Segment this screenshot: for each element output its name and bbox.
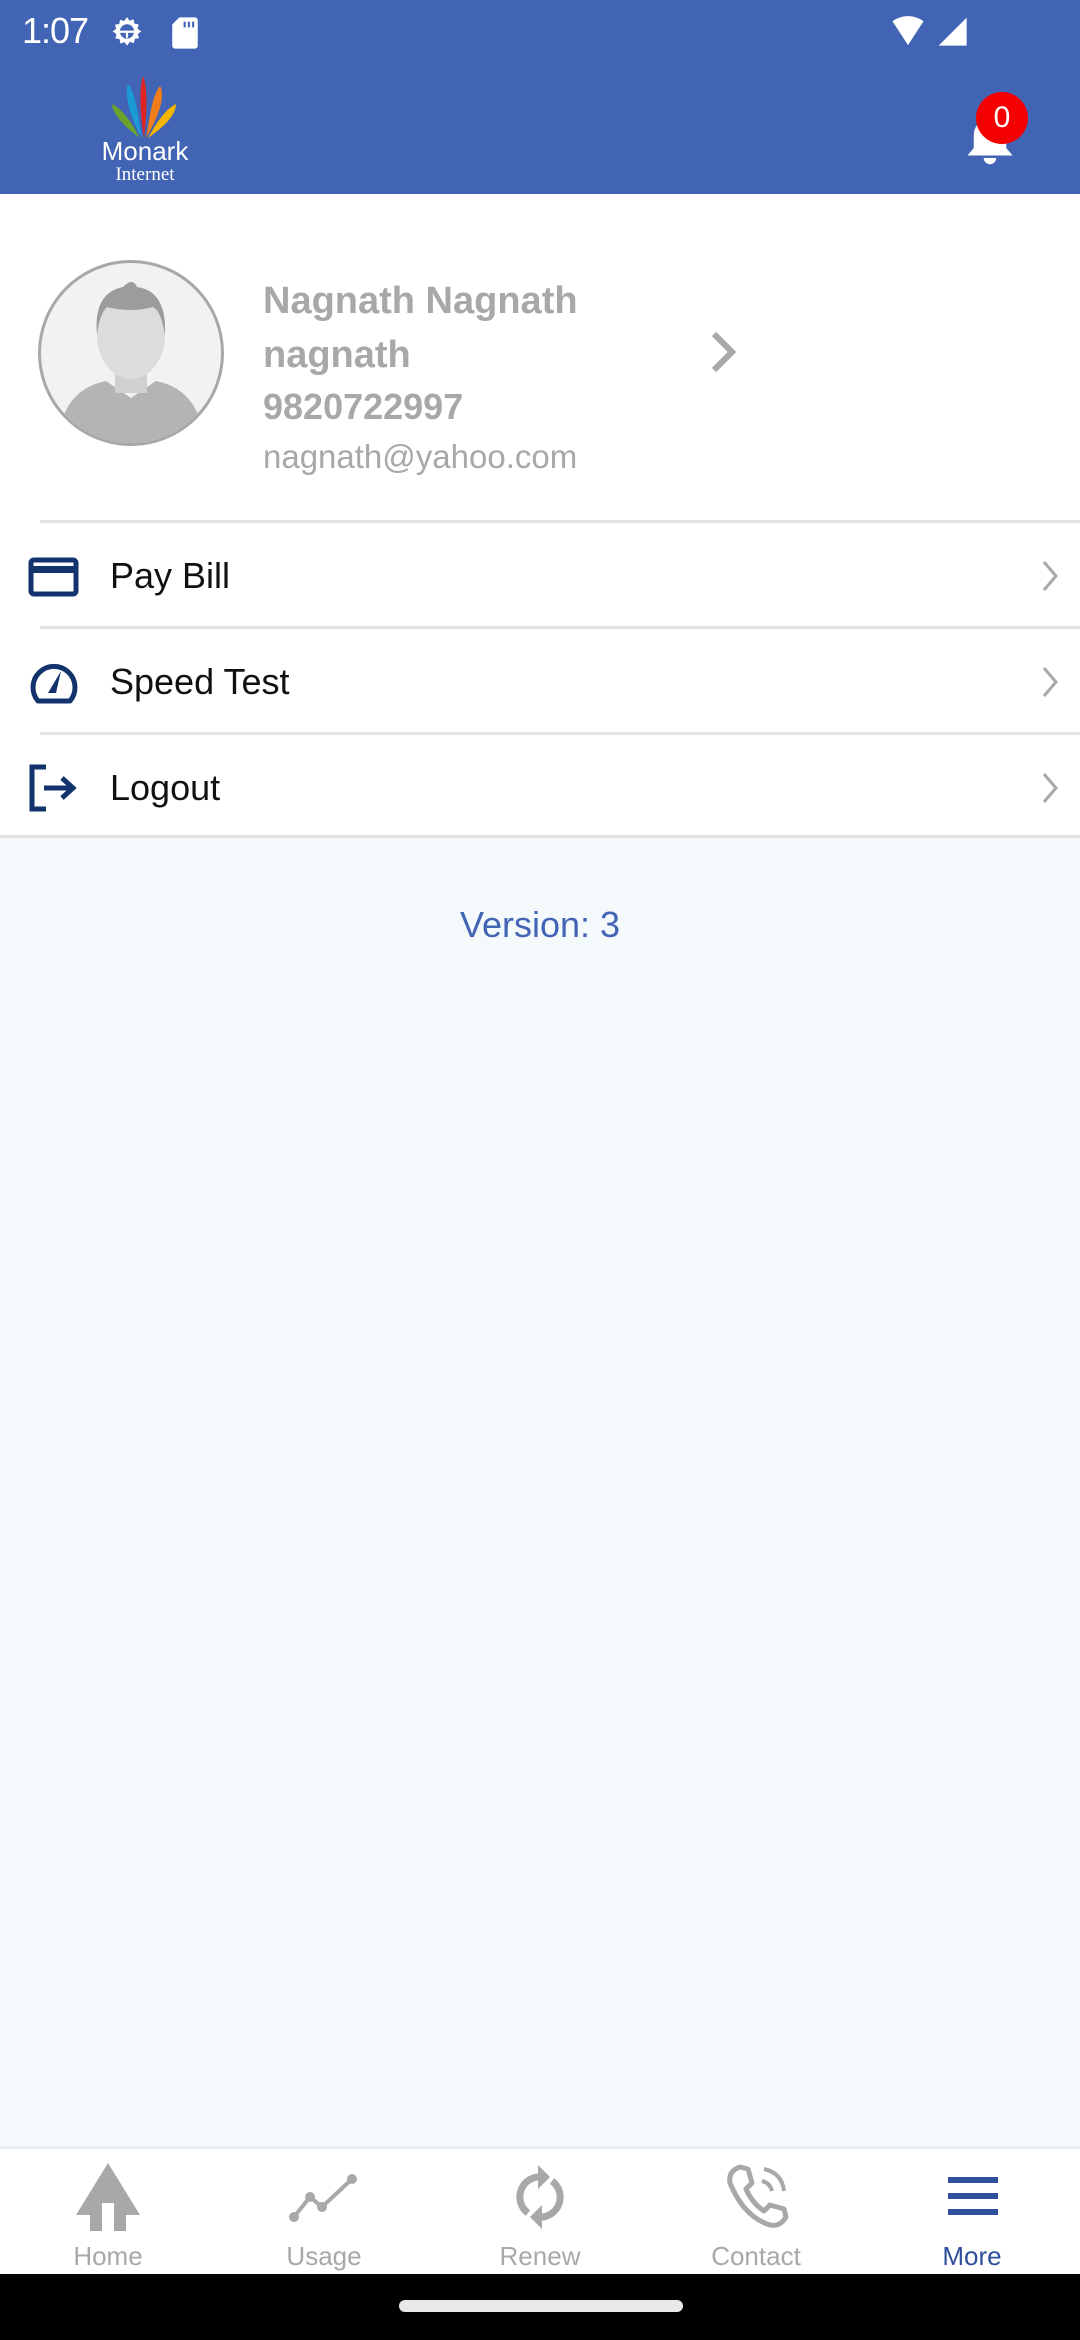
nav-label: Usage	[286, 2241, 362, 2271]
status-bar: 1:07	[0, 0, 1080, 64]
nav-label: More	[942, 2241, 1002, 2271]
nav-item-more[interactable]: More	[864, 2149, 1080, 2277]
divider	[0, 732, 40, 735]
profile-card[interactable]: Nagnath Nagnath nagnath 9820722997 nagna…	[0, 194, 1080, 520]
nav-item-renew[interactable]: Renew	[432, 2149, 648, 2277]
chevron-right-icon	[1042, 561, 1058, 591]
home-gesture-handle[interactable]	[399, 2300, 683, 2312]
menu-item-logout[interactable]: Logout	[0, 732, 1080, 838]
menu-label: Speed Test	[110, 661, 290, 702]
monark-logo: Monark Internet	[90, 74, 200, 185]
speedometer-icon	[30, 663, 78, 704]
nav-item-home[interactable]: Home	[0, 2149, 216, 2277]
notification-badge[interactable]: 0	[976, 92, 1028, 144]
menu-item-speed-test[interactable]: Speed Test	[0, 626, 1080, 732]
app-version: Version: 3	[459, 904, 621, 945]
nav-label: Home	[73, 2241, 143, 2271]
renew-icon	[516, 2165, 564, 2229]
system-gesture-bar	[0, 2274, 1080, 2340]
phone-icon	[727, 2164, 789, 2228]
nav-label: Renew	[499, 2241, 581, 2271]
status-time: 1:07	[22, 10, 89, 51]
usage-chart-icon	[289, 2174, 357, 2222]
bottom-nav: Home Usage Renew Contact More	[0, 2146, 1080, 2274]
menu-item-pay-bill[interactable]: Pay Bill	[0, 520, 1080, 626]
logo-fan-icon	[112, 76, 176, 138]
chevron-right-icon	[1042, 667, 1058, 697]
menu-icon	[948, 2177, 998, 2215]
user-avatar-icon	[38, 260, 224, 446]
nav-label: Contact	[711, 2241, 801, 2271]
nav-item-contact[interactable]: Contact	[648, 2149, 864, 2277]
chevron-right-icon	[1042, 773, 1058, 803]
settings-gear-icon	[112, 17, 142, 46]
profile-name: Nagnath Nagnath nagnath	[263, 280, 578, 376]
credit-card-icon	[28, 557, 79, 597]
profile-email: nagnath@yahoo.com	[263, 438, 578, 475]
logout-icon	[29, 764, 77, 812]
profile-phone: 9820722997	[263, 386, 464, 427]
sd-card-icon	[172, 17, 198, 49]
logo-brand: Monark	[101, 136, 189, 166]
app-header: 1:07 Monark Internet 0	[0, 0, 1080, 194]
chevron-right-icon[interactable]	[708, 330, 738, 374]
nav-item-usage[interactable]: Usage	[216, 2149, 432, 2277]
divider	[0, 626, 40, 629]
menu-list: Pay Bill Speed Test Logout	[0, 520, 1080, 838]
menu-label: Pay Bill	[110, 555, 231, 596]
divider	[0, 520, 40, 523]
logo-subtitle: Internet	[115, 164, 175, 185]
menu-label: Logout	[110, 767, 221, 808]
home-icon	[76, 2163, 140, 2231]
wifi-icon	[892, 16, 924, 46]
cell-signal-icon	[938, 17, 967, 46]
